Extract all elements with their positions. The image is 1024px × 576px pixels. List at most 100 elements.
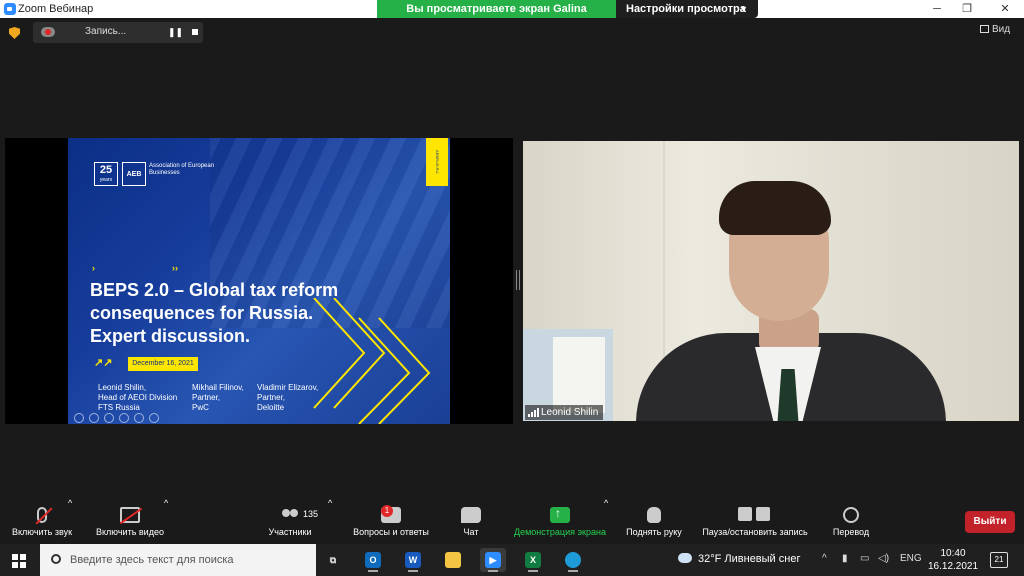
weather-text: 32°F Ливневый снег <box>698 553 801 565</box>
battery-icon[interactable]: ▭ <box>860 553 869 564</box>
video-options-caret[interactable]: ^ <box>164 498 168 544</box>
hand-icon <box>647 507 661 523</box>
arrow-up-right-icon: ↗↗ <box>94 357 113 369</box>
window-title: Zoom Вебинар <box>18 3 94 15</box>
language-indicator[interactable]: ENG <box>900 553 922 564</box>
windows-taskbar: Введите здесь текст для поиска ⧉ O W ▶ X… <box>0 544 1024 576</box>
view-options-button[interactable]: Настройки просмотра ▼ <box>616 0 758 18</box>
translate-label: Перевод <box>832 527 870 537</box>
signal-bars-icon <box>528 408 539 417</box>
edge-app[interactable] <box>560 548 586 572</box>
clock-time: 10:40 <box>940 548 966 559</box>
raise-hand-label: Поднять руку <box>626 527 682 537</box>
microphone-muted-icon <box>37 507 47 523</box>
participants-icon <box>280 507 300 523</box>
record-control-label: Пауза/остановить запись <box>702 527 808 537</box>
maximize-button[interactable]: ❐ <box>952 1 982 17</box>
outlook-app[interactable]: O <box>360 548 386 572</box>
start-video-button[interactable]: Включить видео <box>88 498 172 544</box>
pen-icon[interactable] <box>104 413 114 423</box>
pause-recording-button[interactable]: ❚❚ <box>168 25 183 39</box>
participant-name: Leonid Shilin <box>541 407 599 418</box>
recording-label: Запись... <box>85 26 127 37</box>
qa-notification-badge: 1 <box>381 505 393 517</box>
speaker-line: Mikhail Filinov, <box>192 383 244 392</box>
record-control-button[interactable]: Пауза/остановить запись <box>695 498 815 544</box>
decorative-chevrons <box>313 298 431 424</box>
leave-button[interactable]: Выйти <box>965 511 1015 533</box>
close-button[interactable]: ✕ <box>990 1 1020 17</box>
shield-icon[interactable] <box>9 27 20 39</box>
unmute-label: Включить звук <box>11 527 73 537</box>
splitter-handle[interactable] <box>516 270 520 290</box>
excel-icon: X <box>525 552 541 568</box>
share-screen-icon <box>550 506 570 523</box>
raise-hand-button[interactable]: Поднять руку <box>620 498 688 544</box>
aeb-logo: AEB <box>122 162 146 186</box>
participants-caret[interactable]: ^ <box>328 498 332 544</box>
speaker-1: Leonid Shilin, Head of AEOI Division FTS… <box>98 383 177 413</box>
excel-app[interactable]: X <box>520 548 546 572</box>
task-view-button[interactable]: ⧉ <box>320 548 346 572</box>
audio-options-caret[interactable]: ^ <box>68 498 72 544</box>
windows-start-icon[interactable] <box>12 554 26 568</box>
zoom-icon[interactable] <box>134 413 144 423</box>
chat-label: Чат <box>463 527 479 537</box>
zoom-app[interactable]: ▶ <box>480 548 506 572</box>
chevron-down-icon: ▼ <box>739 4 748 14</box>
taskbar-clock[interactable]: 10:40 16.12.2021 <box>928 547 978 573</box>
share-screen-button[interactable]: Демонстрация экрана <box>507 498 613 544</box>
screen: Zoom Вебинар Вы просматриваете экран Gal… <box>0 0 1024 576</box>
prev-slide-icon[interactable] <box>74 413 84 423</box>
pointer-icon[interactable] <box>89 413 99 423</box>
file-explorer-app[interactable] <box>440 548 466 572</box>
anniversary-logo: 25 years <box>94 162 118 186</box>
stop-recording-button[interactable] <box>188 25 202 39</box>
word-icon: W <box>405 552 421 568</box>
screen-share-banner: Вы просматриваете экран Galina Solomonov… <box>377 0 616 33</box>
title-bar: Zoom Вебинар Вы просматриваете экран Gal… <box>0 0 1024 33</box>
slides-icon[interactable] <box>119 413 129 423</box>
chat-button[interactable]: Чат <box>455 498 487 544</box>
outlook-icon: O <box>365 552 381 568</box>
double-chevron-icon: ›› <box>172 263 178 273</box>
recording-indicator: Запись... ❚❚ <box>33 22 203 43</box>
share-options-caret[interactable]: ^ <box>604 498 608 544</box>
task-view-icon: ⧉ <box>329 555 337 565</box>
aeb-org-name: Association of European Businesses <box>149 163 215 176</box>
share-screen-label: Демонстрация экрана <box>514 527 606 537</box>
weather-widget[interactable]: 32°F Ливневый снег <box>678 553 800 565</box>
participants-button[interactable]: Участники <box>262 498 318 544</box>
presentation-slide: 25 years AEB Association of European Bus… <box>68 138 450 424</box>
background-object <box>553 337 605 413</box>
snow-cloud-icon <box>678 553 692 563</box>
view-button[interactable]: Вид <box>980 24 1010 35</box>
participants-count: 135 <box>303 509 319 519</box>
cloud-record-icon <box>41 27 55 37</box>
minimize-button[interactable]: ─ <box>922 1 952 17</box>
speaker-line: Head of AEOI Division <box>98 393 178 402</box>
participant-name-tag: Leonid Shilin <box>525 405 604 420</box>
qa-button[interactable]: Вопросы и ответы <box>345 498 437 544</box>
globe-icon <box>843 507 859 523</box>
slide-controls[interactable] <box>74 410 164 423</box>
more-icon[interactable] <box>149 413 159 423</box>
speaker-line: PwC <box>192 403 209 412</box>
speaker-line: Partner, <box>257 393 286 402</box>
search-icon <box>51 554 61 564</box>
zoom-icon: ▶ <box>485 552 501 568</box>
tray-app-icon[interactable]: ▮ <box>842 553 848 564</box>
word-app[interactable]: W <box>400 548 426 572</box>
clock-date: 16.12.2021 <box>928 561 979 572</box>
translate-button[interactable]: Перевод <box>826 498 876 544</box>
notification-center-icon[interactable]: 21 <box>990 552 1008 568</box>
person-hair <box>719 181 831 235</box>
speaker-2: Mikhail Filinov, Partner, PwC <box>192 383 244 413</box>
pause-stop-icon <box>738 507 772 523</box>
tray-chevron-icon[interactable]: ^ <box>822 553 827 564</box>
taskbar-search[interactable]: Введите здесь текст для поиска <box>40 544 316 576</box>
search-placeholder: Введите здесь текст для поиска <box>70 554 234 566</box>
grid-view-icon <box>980 25 989 33</box>
speaker-icon[interactable]: ◁) <box>878 553 889 564</box>
video-camera-off-icon <box>120 507 140 523</box>
